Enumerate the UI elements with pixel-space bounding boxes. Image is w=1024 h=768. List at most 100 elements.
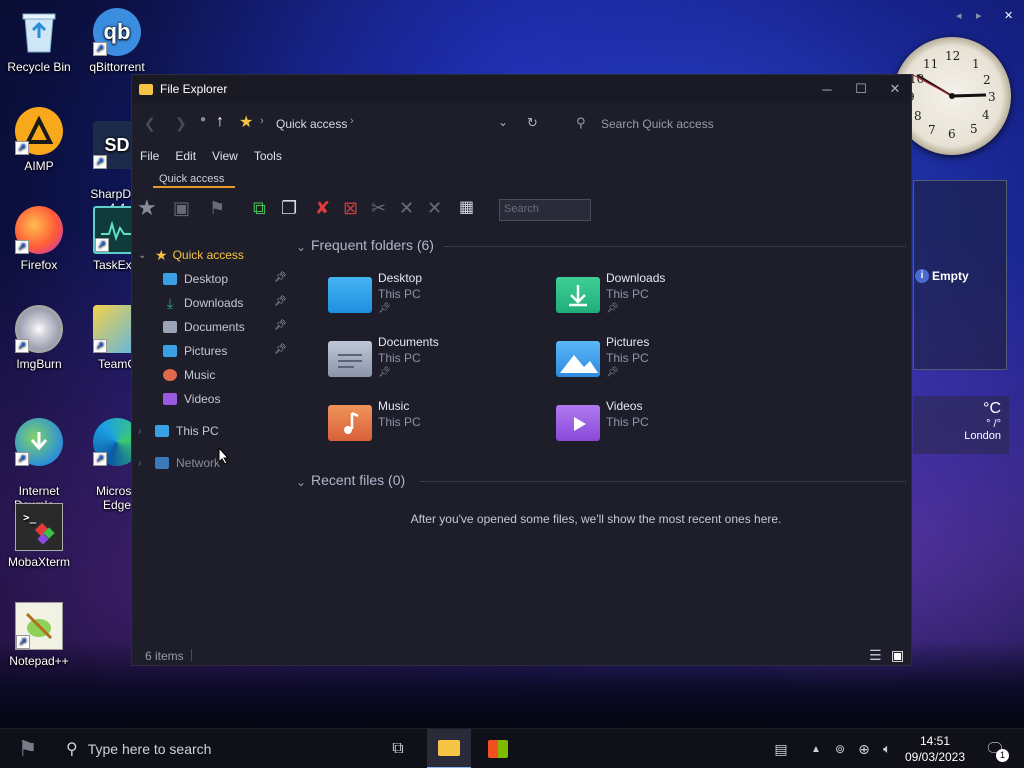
weather-gadget[interactable]: °C ° /° London — [913, 396, 1009, 454]
tray-app-button[interactable]: ⊚ — [830, 729, 850, 768]
nav-expand-this-pc-icon[interactable]: › — [138, 421, 141, 441]
desktop-icon-label: MobaXterm — [7, 555, 71, 569]
frequent-folders-heading[interactable]: Frequent folders (6) — [311, 237, 434, 253]
shortcut-arrow-icon: ↗ — [93, 452, 107, 466]
desktop-folder-icon — [328, 277, 372, 313]
nav-quick-access[interactable]: ★ Quick access — [155, 245, 244, 265]
remove-all-icon[interactable]: ✕ — [427, 197, 442, 219]
refresh-icon[interactable]: ↻ — [527, 115, 538, 131]
search-icon: ⚲ — [66, 741, 78, 758]
weather-value: ° /° — [986, 418, 1001, 430]
address-dropdown-icon[interactable]: ⌄ — [498, 115, 508, 129]
search-quick-access-input[interactable]: Search Quick access — [601, 117, 714, 131]
folder-tile-downloads[interactable]: Downloads This PC 📌︎ — [556, 271, 776, 327]
nav-item-downloads[interactable]: ⤓ Downloads — [163, 293, 243, 313]
maximize-button[interactable]: ☐ — [844, 75, 878, 103]
folder-name: Documents — [378, 335, 439, 349]
folder-tile-desktop[interactable]: Desktop This PC 📌︎ — [328, 271, 548, 327]
tray-app-icon: ⊚ — [834, 742, 846, 756]
nav-item-documents[interactable]: Documents — [163, 317, 245, 337]
desktop-icon-label: ImgBurn — [16, 357, 62, 371]
nav-network-label: Network — [176, 456, 221, 470]
minimize-button[interactable]: ─ — [810, 75, 844, 103]
desktop-icon-aimp[interactable]: ↗ AIMP — [2, 107, 76, 173]
nav-this-pc[interactable]: This PC — [155, 421, 219, 441]
aimp-icon: ↗ — [15, 107, 63, 155]
gadget-close-icon[interactable]: ✕ — [1004, 9, 1013, 22]
up-arrow-icon[interactable]: ↑ — [216, 113, 224, 131]
gadget-prev-icon[interactable]: ◂ — [956, 9, 962, 22]
folder-location: This PC — [606, 351, 649, 365]
desktop-icon-mobaxterm[interactable]: >_ MobaXterm — [2, 503, 76, 569]
collapse-frequent-icon[interactable]: ⌄ — [296, 240, 306, 254]
menu-view[interactable]: View — [212, 149, 238, 163]
folder-tile-videos[interactable]: Videos This PC — [556, 399, 776, 455]
delete-icon[interactable]: ✘ — [315, 197, 330, 219]
remove-icon[interactable]: ✕ — [399, 197, 414, 219]
title-bar[interactable]: File Explorer — [132, 75, 911, 103]
close-button[interactable]: ✕ — [878, 75, 912, 103]
copy-path-icon[interactable]: ⧉ — [253, 197, 266, 219]
breadcrumb-chevron-icon[interactable]: › — [350, 115, 354, 127]
cut-icon[interactable]: ✂ — [371, 197, 386, 219]
qbittorrent-glyph: qb — [103, 19, 131, 44]
notification-center-button[interactable]: 🗨︎ 1 — [978, 729, 1012, 768]
file-explorer-window[interactable]: File Explorer ─ ☐ ✕ ❮ ❯ ● ↑ ★ › Quick ac… — [131, 74, 912, 666]
properties-icon[interactable]: ▣ — [173, 197, 190, 219]
menu-file[interactable]: File — [140, 149, 159, 163]
news-widget-button[interactable]: ▤ — [764, 729, 798, 768]
desktop-icon-label: Firefox — [20, 258, 58, 272]
collapse-recent-icon[interactable]: ⌄ — [296, 475, 306, 489]
back-icon[interactable]: ❮ — [144, 115, 156, 132]
menu-tools[interactable]: Tools — [254, 149, 282, 163]
view-options-icon[interactable]: ▦ — [459, 197, 474, 219]
nav-item-pictures[interactable]: Pictures — [163, 341, 227, 361]
taskbar-clock[interactable]: 14:51 09/03/2023 — [900, 733, 970, 765]
pin-icon[interactable]: 📌︎ — [274, 272, 287, 283]
pin-icon[interactable]: 📌︎ — [274, 296, 287, 307]
copy-icon[interactable]: ❐ — [281, 197, 297, 219]
nav-item-label: Music — [184, 368, 216, 382]
network-tray-button[interactable]: ⊕ — [853, 729, 875, 768]
details-view-icon[interactable]: ☰ — [869, 647, 882, 664]
nav-item-videos[interactable]: Videos — [163, 389, 220, 409]
pin-star-icon[interactable]: ★ — [137, 197, 157, 219]
desktop-icon-qbittorrent[interactable]: qb ↗ qBittorrent — [80, 8, 154, 74]
taskbar-store[interactable] — [476, 729, 520, 768]
toolbar-search-input[interactable]: Search — [499, 199, 591, 221]
breadcrumb-quick-access[interactable]: Quick access — [276, 117, 347, 131]
desktop-icon-notepadpp[interactable]: ↗ Notepad++ — [2, 602, 76, 668]
gadget-next-icon[interactable]: ▸ — [976, 9, 982, 22]
task-view-button[interactable]: ⧉ — [378, 729, 418, 768]
nav-item-music[interactable]: Music — [163, 365, 215, 385]
nav-expand-icon[interactable]: ⌄ — [138, 245, 146, 265]
forward-icon[interactable]: ❯ — [175, 115, 187, 132]
menu-edit[interactable]: Edit — [175, 149, 196, 163]
folder-tile-music[interactable]: Music This PC — [328, 399, 548, 455]
taskbar-file-explorer[interactable] — [427, 729, 471, 768]
delete-window-icon[interactable]: ⊠ — [343, 197, 358, 219]
taskbar-search-box[interactable]: ⚲ Type here to search — [56, 729, 356, 768]
shortcut-arrow-icon: ↗ — [93, 42, 107, 56]
documents-icon — [163, 321, 177, 333]
nav-expand-network-icon[interactable]: › — [138, 453, 141, 473]
pin-icon[interactable]: 📌︎ — [274, 344, 287, 355]
volume-tray-button[interactable]: 🔈︎ — [876, 729, 898, 768]
pin-icon[interactable]: 📌︎ — [274, 320, 287, 331]
windows-flag-icon[interactable]: ⚑ — [209, 197, 225, 219]
nav-network[interactable]: Network — [155, 453, 220, 473]
music-icon — [163, 369, 177, 381]
show-hidden-icons-button[interactable]: ▲ — [806, 729, 826, 768]
desktop-icon-firefox[interactable]: ↗ Firefox — [2, 206, 76, 272]
recent-locations-icon[interactable]: ● — [200, 114, 206, 125]
nav-item-desktop[interactable]: Desktop — [163, 269, 228, 289]
desktop-icon-recycle-bin[interactable]: Recycle Bin — [2, 8, 76, 74]
ribbon-tab-quick-access[interactable]: Quick access — [159, 173, 224, 185]
folder-tile-pictures[interactable]: Pictures This PC 📌︎ — [556, 335, 776, 391]
folder-tile-documents[interactable]: Documents This PC 📌︎ — [328, 335, 548, 391]
start-button[interactable]: ⚑ — [0, 729, 56, 768]
recent-files-heading[interactable]: Recent files (0) — [311, 472, 405, 488]
large-icons-view-icon[interactable]: ▣ — [891, 647, 904, 664]
desktop-icon-imgburn[interactable]: ↗ ImgBurn — [2, 305, 76, 371]
ribbon-tab-underline — [153, 186, 235, 188]
